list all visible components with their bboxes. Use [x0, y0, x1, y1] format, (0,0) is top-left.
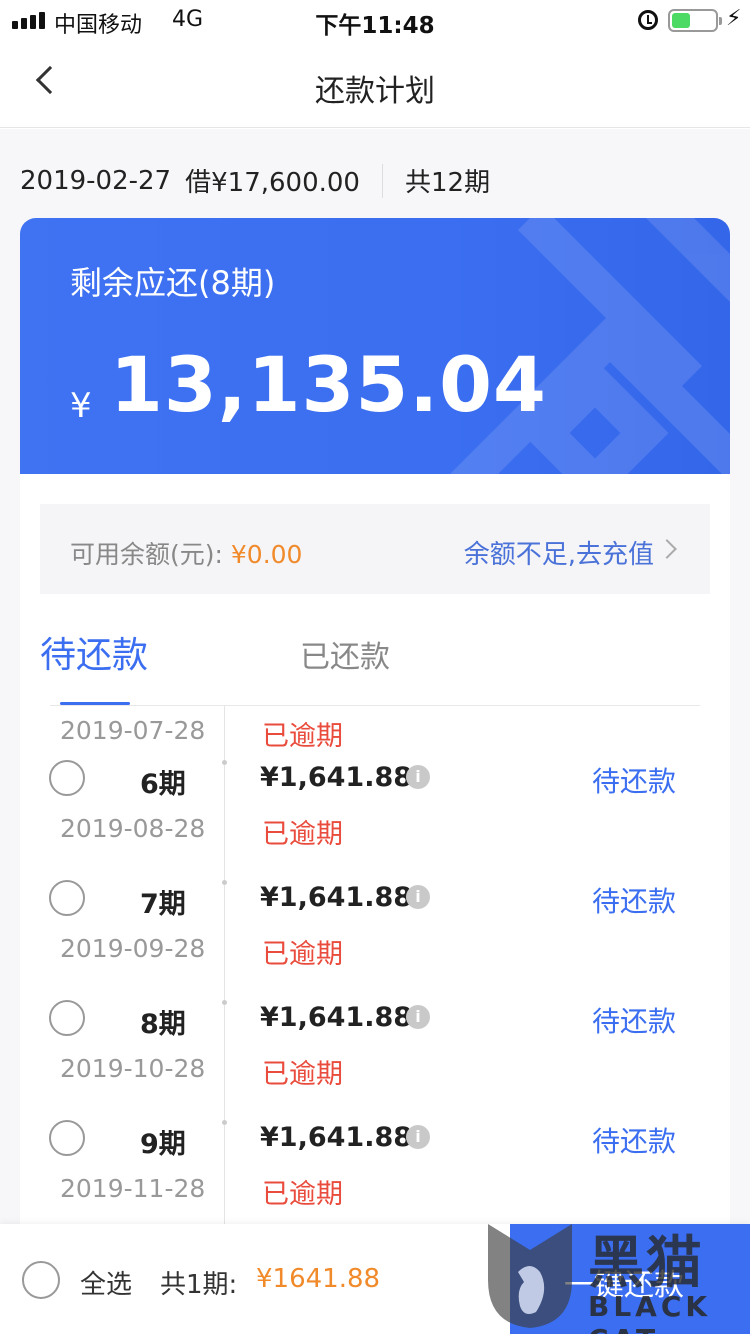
select-radio[interactable] — [49, 880, 85, 916]
due-date: 2019-10-28 — [60, 1054, 206, 1083]
info-icon[interactable]: i — [406, 1005, 430, 1029]
page-title: 还款计划 — [315, 74, 435, 109]
remaining-amount: 13,135.04 — [110, 340, 547, 429]
divider — [381, 163, 383, 198]
overdue-badge: 已逾期 — [262, 1179, 343, 1210]
status-pending: 待还款 — [592, 885, 677, 918]
due-date: 2019-08-28 — [60, 814, 206, 843]
due-date: 2019-07-28 — [60, 716, 206, 745]
overdue-badge: 已逾期 — [262, 1059, 343, 1090]
due-date: 2019-11-28 — [60, 1174, 206, 1203]
tab-pending[interactable]: 待还款 — [40, 626, 148, 678]
installment-amount: ¥1,641.88 — [260, 1002, 413, 1033]
overdue-badge: 已逾期 — [262, 721, 343, 752]
timeline-dot — [222, 880, 227, 885]
pay-all-button[interactable]: 一键还款 — [510, 1224, 750, 1334]
loan-amount: 借¥17,600.00 — [185, 168, 360, 198]
balance-bar: 可用余额(元): ¥0.00 余额不足,去充值 — [40, 504, 710, 594]
tab-paid[interactable]: 已还款 — [300, 632, 390, 676]
nav-bar: 还款计划 — [0, 40, 750, 128]
timeline-dot — [222, 1000, 227, 1005]
installment-amount: ¥1,641.88 — [260, 762, 413, 793]
status-bar: 中国移动 4G 下午11:48 ⚡ — [0, 0, 750, 40]
status-pending: 待还款 — [592, 1125, 677, 1158]
selected-sum: ¥1641.88 — [256, 1264, 381, 1294]
select-all-radio[interactable] — [22, 1261, 60, 1299]
recharge-link[interactable]: 余额不足,去充值 — [464, 534, 654, 571]
status-pending: 待还款 — [592, 1005, 677, 1038]
info-icon[interactable]: i — [406, 1125, 430, 1149]
balance-label: 可用余额(元): ¥0.00 — [70, 540, 303, 569]
list-item: 7期 ¥1,641.88 i 待还款 2019-09-28 已逾期 — [20, 880, 730, 1000]
select-radio[interactable] — [49, 1120, 85, 1156]
installment-amount: ¥1,641.88 — [260, 1122, 413, 1153]
list-item: 9期 ¥1,641.88 i 待还款 2019-11-28 已逾期 — [20, 1120, 730, 1226]
select-radio[interactable] — [49, 1000, 85, 1036]
select-all-label[interactable]: 全选 — [80, 1264, 132, 1301]
currency-symbol: ¥ — [70, 386, 92, 426]
overdue-badge: 已逾期 — [262, 939, 343, 970]
period-number: 6期 — [140, 769, 186, 800]
installment-list: 2019-07-28 已逾期 6期 ¥1,641.88 i 待还款 2019-0… — [20, 706, 730, 1226]
chevron-right-icon[interactable] — [657, 539, 677, 559]
plan-panel: 可用余额(元): ¥0.00 余额不足,去充值 待还款 已还款 2019-07-… — [20, 474, 730, 1334]
alarm-icon — [638, 10, 658, 30]
remaining-label: 剩余应还(8期) — [70, 264, 276, 302]
installment-amount: ¥1,641.88 — [260, 882, 413, 913]
remaining-card: 剩余应还(8期) ¥ 13,135.04 — [20, 218, 730, 474]
timeline-dot — [222, 1120, 227, 1125]
overdue-badge: 已逾期 — [262, 819, 343, 850]
bottom-action-bar: 全选 共1期: ¥1641.88 一键还款 — [0, 1224, 750, 1334]
loan-periods: 共12期 — [404, 168, 491, 198]
charging-icon: ⚡ — [726, 6, 742, 31]
list-item: 8期 ¥1,641.88 i 待还款 2019-10-28 已逾期 — [20, 1000, 730, 1120]
select-radio[interactable] — [49, 760, 85, 796]
battery-icon — [668, 9, 722, 32]
period-number: 9期 — [140, 1129, 186, 1160]
status-pending: 待还款 — [592, 765, 677, 798]
loan-summary: 2019-02-27 借¥17,600.00 共12期 — [20, 162, 490, 199]
loan-date: 2019-02-27 — [20, 165, 172, 196]
timeline-dot — [222, 760, 227, 765]
period-number: 7期 — [140, 889, 186, 920]
selected-count: 共1期: — [160, 1270, 238, 1300]
balance-value: ¥0.00 — [230, 540, 303, 569]
info-icon[interactable]: i — [406, 765, 430, 789]
info-icon[interactable]: i — [406, 885, 430, 909]
period-number: 8期 — [140, 1009, 186, 1040]
due-date: 2019-09-28 — [60, 934, 206, 963]
pay-all-label: 一键还款 — [564, 1268, 684, 1303]
list-item: 6期 ¥1,641.88 i 待还款 2019-08-28 已逾期 — [20, 760, 730, 880]
list-item: 2019-07-28 已逾期 — [20, 706, 730, 760]
